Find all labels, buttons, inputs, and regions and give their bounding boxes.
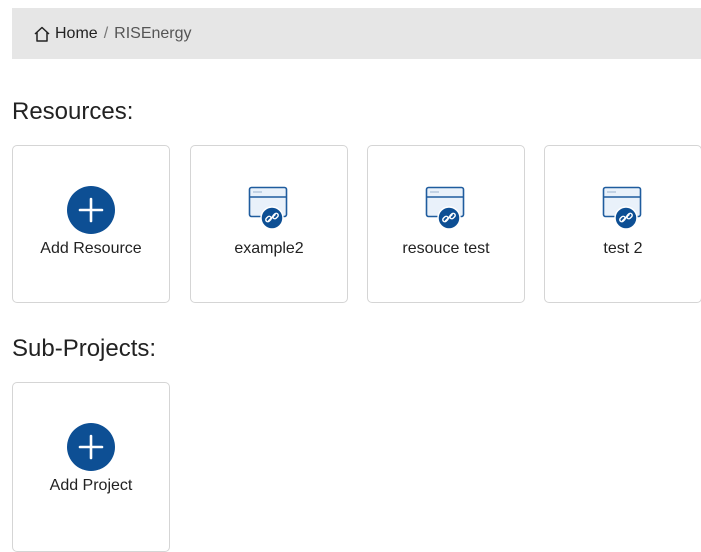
resource-card[interactable]: example2: [190, 145, 348, 303]
breadcrumb-home-label[interactable]: Home: [55, 25, 98, 43]
home-icon: [34, 26, 50, 42]
resource-card-label: resouce test: [402, 240, 490, 257]
add-resource-card[interactable]: Add Resource: [12, 145, 170, 303]
resource-card[interactable]: test 2: [544, 145, 701, 303]
add-project-card[interactable]: Add Project: [12, 382, 170, 552]
breadcrumb-home-link[interactable]: Home: [33, 25, 98, 43]
plus-circle-icon: [67, 186, 115, 234]
resources-heading: Resources:: [12, 98, 134, 125]
web-link-icon: [425, 186, 465, 230]
plus-circle-icon: [67, 423, 115, 471]
add-project-label[interactable]: Add Project: [13, 477, 169, 495]
breadcrumb-current: RISEnergy: [114, 24, 192, 42]
breadcrumb-separator: /: [103, 24, 109, 42]
resource-card[interactable]: resouce test: [367, 145, 525, 303]
resource-card-label: test 2: [603, 240, 643, 257]
resource-card-label: example2: [234, 240, 304, 257]
add-resource-label[interactable]: Add Resource: [13, 240, 169, 258]
web-link-icon: [248, 186, 288, 230]
web-link-icon: [602, 186, 642, 230]
subprojects-heading: Sub-Projects:: [12, 335, 157, 362]
breadcrumb: Home / RISEnergy: [12, 8, 701, 59]
